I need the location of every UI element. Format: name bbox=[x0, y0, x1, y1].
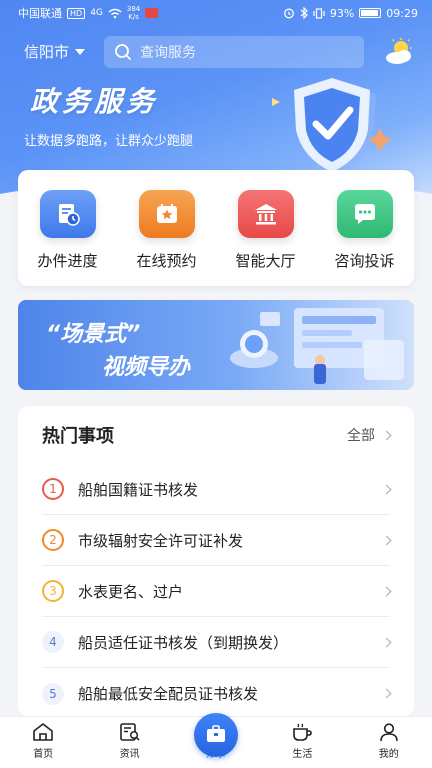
briefcase-icon bbox=[193, 713, 238, 757]
shield-check-illustration bbox=[272, 78, 392, 176]
banner-illustration bbox=[230, 308, 404, 384]
tab-label: 首页 bbox=[33, 749, 54, 760]
list-item[interactable]: 4 船员适任证书核发（到期换发） bbox=[42, 617, 392, 668]
list-item[interactable]: 5 船舶最低安全配员证书核发 bbox=[42, 668, 392, 719]
net-speed: 384 K/s bbox=[126, 5, 141, 21]
vibrate-icon bbox=[313, 7, 325, 19]
quick-services-card: 办件进度 在线预约 智能大厅 咨询投诉 bbox=[18, 170, 414, 286]
network-label: 4G bbox=[90, 8, 103, 18]
bottom-tab-bar: 首页 资讯 办事 生活 我的 bbox=[0, 713, 432, 768]
quick-item-label: 办件进度 bbox=[37, 252, 98, 270]
rank-medal-icon: 2 bbox=[42, 529, 64, 551]
news-search-icon bbox=[119, 723, 140, 741]
view-all-link[interactable]: 全部 bbox=[347, 425, 392, 445]
quick-item-progress[interactable]: 办件进度 bbox=[23, 190, 113, 271]
page-subtitle: 让数据多跑路，让群众少跑腿 bbox=[24, 134, 194, 149]
quick-item-label: 在线预约 bbox=[136, 252, 197, 270]
carrier-label: 中国联通 bbox=[18, 7, 62, 20]
rank-badge: 5 bbox=[42, 682, 64, 705]
coffee-cup-icon bbox=[293, 723, 313, 741]
tab-label: 我的 bbox=[378, 749, 399, 760]
weather-icon[interactable] bbox=[384, 38, 414, 66]
list-item-label: 市级辐射安全许可证补发 bbox=[78, 531, 244, 550]
list-item[interactable]: 3 水表更名、过户 bbox=[42, 566, 392, 617]
tab-profile[interactable]: 我的 bbox=[354, 722, 424, 760]
quick-item-hall[interactable]: 智能大厅 bbox=[221, 190, 311, 271]
tab-label: 资讯 bbox=[119, 749, 140, 760]
chevron-right-icon bbox=[381, 637, 392, 647]
rank-badge: 4 bbox=[42, 631, 64, 653]
notification-icon bbox=[145, 8, 159, 18]
hot-items-card: 热门事项 全部 1 船舶国籍证书核发 2 市级辐射安全许可证补发 3 水表更名、… bbox=[18, 406, 414, 716]
chevron-right-icon bbox=[381, 688, 392, 699]
chevron-right-icon bbox=[381, 535, 392, 545]
hot-items-header: 热门事项 全部 bbox=[18, 406, 414, 464]
tab-home[interactable]: 首页 bbox=[8, 722, 78, 760]
video-guide-banner[interactable]: “场景式” 视频导办 bbox=[18, 300, 414, 390]
search-input[interactable]: 查询服务 bbox=[104, 36, 364, 68]
wifi-icon bbox=[108, 8, 122, 18]
city-label: 信阳市 bbox=[24, 43, 70, 61]
caret-down-icon bbox=[75, 48, 86, 55]
battery-percent: 93% bbox=[329, 6, 355, 20]
tab-label: 生活 bbox=[292, 749, 313, 760]
list-item-label: 船舶国籍证书核发 bbox=[78, 480, 199, 499]
document-clock-icon bbox=[39, 190, 96, 238]
page-title: 政务服务 bbox=[30, 85, 159, 118]
banner-line2: 视频导办 bbox=[102, 355, 191, 380]
clock: 09:29 bbox=[386, 6, 418, 20]
tab-services[interactable]: 办事 bbox=[181, 713, 251, 760]
banner-line1: “场景式” bbox=[46, 322, 141, 347]
quick-item-label: 智能大厅 bbox=[235, 252, 296, 270]
bluetooth-icon bbox=[300, 7, 308, 19]
top-bar: 信阳市 查询服务 bbox=[0, 36, 432, 68]
tab-news[interactable]: 资讯 bbox=[95, 722, 165, 760]
list-item-label: 水表更名、过户 bbox=[78, 582, 184, 601]
hd-badge: HD bbox=[67, 7, 86, 19]
chevron-right-icon bbox=[381, 430, 392, 440]
rank-medal-icon: 3 bbox=[42, 580, 64, 602]
star-calendar-icon bbox=[138, 190, 195, 238]
search-placeholder: 查询服务 bbox=[140, 45, 196, 61]
battery-icon bbox=[359, 8, 382, 18]
quick-item-label: 咨询投诉 bbox=[334, 252, 395, 270]
chat-bubble-icon bbox=[336, 190, 393, 238]
list-item[interactable]: 2 市级辐射安全许可证补发 bbox=[42, 515, 392, 566]
alarm-icon bbox=[283, 8, 294, 19]
list-item-label: 船员适任证书核发（到期换发） bbox=[78, 633, 289, 652]
view-all-label: 全部 bbox=[347, 428, 375, 444]
list-item[interactable]: 1 船舶国籍证书核发 bbox=[42, 464, 392, 515]
building-icon bbox=[237, 190, 294, 238]
chevron-right-icon bbox=[381, 484, 392, 494]
list-item-label: 船舶最低安全配员证书核发 bbox=[78, 685, 259, 703]
section-title: 热门事项 bbox=[42, 426, 114, 447]
user-icon bbox=[379, 723, 398, 742]
search-icon bbox=[115, 44, 132, 61]
home-icon bbox=[33, 723, 53, 741]
status-bar: 中国联通 HD 4G 384 K/s 93% 09:29 bbox=[0, 0, 432, 26]
quick-item-appointment[interactable]: 在线预约 bbox=[122, 190, 212, 271]
rank-medal-icon: 1 bbox=[42, 478, 64, 500]
quick-item-consult[interactable]: 咨询投诉 bbox=[320, 190, 410, 271]
tab-life[interactable]: 生活 bbox=[267, 722, 337, 760]
chevron-right-icon bbox=[381, 586, 392, 596]
city-selector[interactable]: 信阳市 bbox=[24, 41, 86, 62]
